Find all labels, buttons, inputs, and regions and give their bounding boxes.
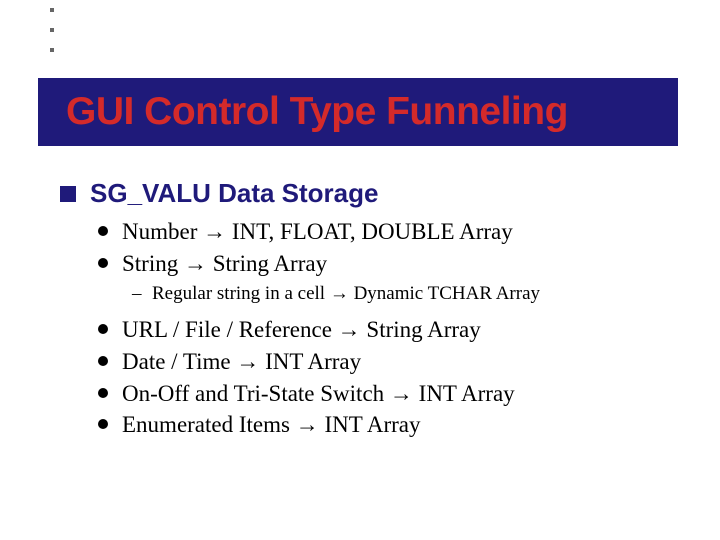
title-bar: GUI Control Type Funneling xyxy=(38,78,678,146)
sub-bullet-right: Dynamic TCHAR Array xyxy=(354,283,540,304)
arrow-icon: → xyxy=(338,316,361,342)
bullet-right: INT Array xyxy=(419,381,515,406)
slide-content: SG_VALU Data Storage Number → INT, FLOAT… xyxy=(60,178,680,442)
arrow-icon: → xyxy=(296,411,319,437)
decorative-dots xyxy=(50,8,54,68)
sub-bullet-item: Regular string in a cell → Dynamic TCHAR… xyxy=(60,283,680,305)
bullet-left: Date / Time xyxy=(122,349,231,374)
arrow-icon: → xyxy=(236,348,259,374)
arrow-icon: → xyxy=(203,218,226,244)
bullet-left: String xyxy=(122,251,178,276)
slide: GUI Control Type Funneling SG_VALU Data … xyxy=(0,0,720,540)
arrow-icon: → xyxy=(390,380,413,406)
slide-title: GUI Control Type Funneling xyxy=(66,90,568,134)
bullet-left: On-Off and Tri-State Switch xyxy=(122,381,384,406)
bullet-item: On-Off and Tri-State Switch → INT Array xyxy=(60,379,680,409)
bullet-item: String → String Array xyxy=(60,249,680,279)
bullet-right: String Array xyxy=(366,317,480,342)
bullet-right: INT Array xyxy=(265,349,361,374)
arrow-icon: → xyxy=(330,283,349,304)
bullet-left: Number xyxy=(122,219,197,244)
bullet-right: INT Array xyxy=(324,412,420,437)
bullet-item: URL / File / Reference → String Array xyxy=(60,315,680,345)
bullet-right: String Array xyxy=(213,251,327,276)
bullet-right: INT, FLOAT, DOUBLE Array xyxy=(232,219,513,244)
arrow-icon: → xyxy=(184,250,207,276)
bullet-item: Number → INT, FLOAT, DOUBLE Array xyxy=(60,217,680,247)
bullet-item: Enumerated Items → INT Array xyxy=(60,410,680,440)
bullet-item: Date / Time → INT Array xyxy=(60,347,680,377)
bullet-left: URL / File / Reference xyxy=(122,317,332,342)
section-heading: SG_VALU Data Storage xyxy=(60,178,680,209)
bullet-left: Enumerated Items xyxy=(122,412,290,437)
sub-bullet-left: Regular string in a cell xyxy=(152,283,325,304)
